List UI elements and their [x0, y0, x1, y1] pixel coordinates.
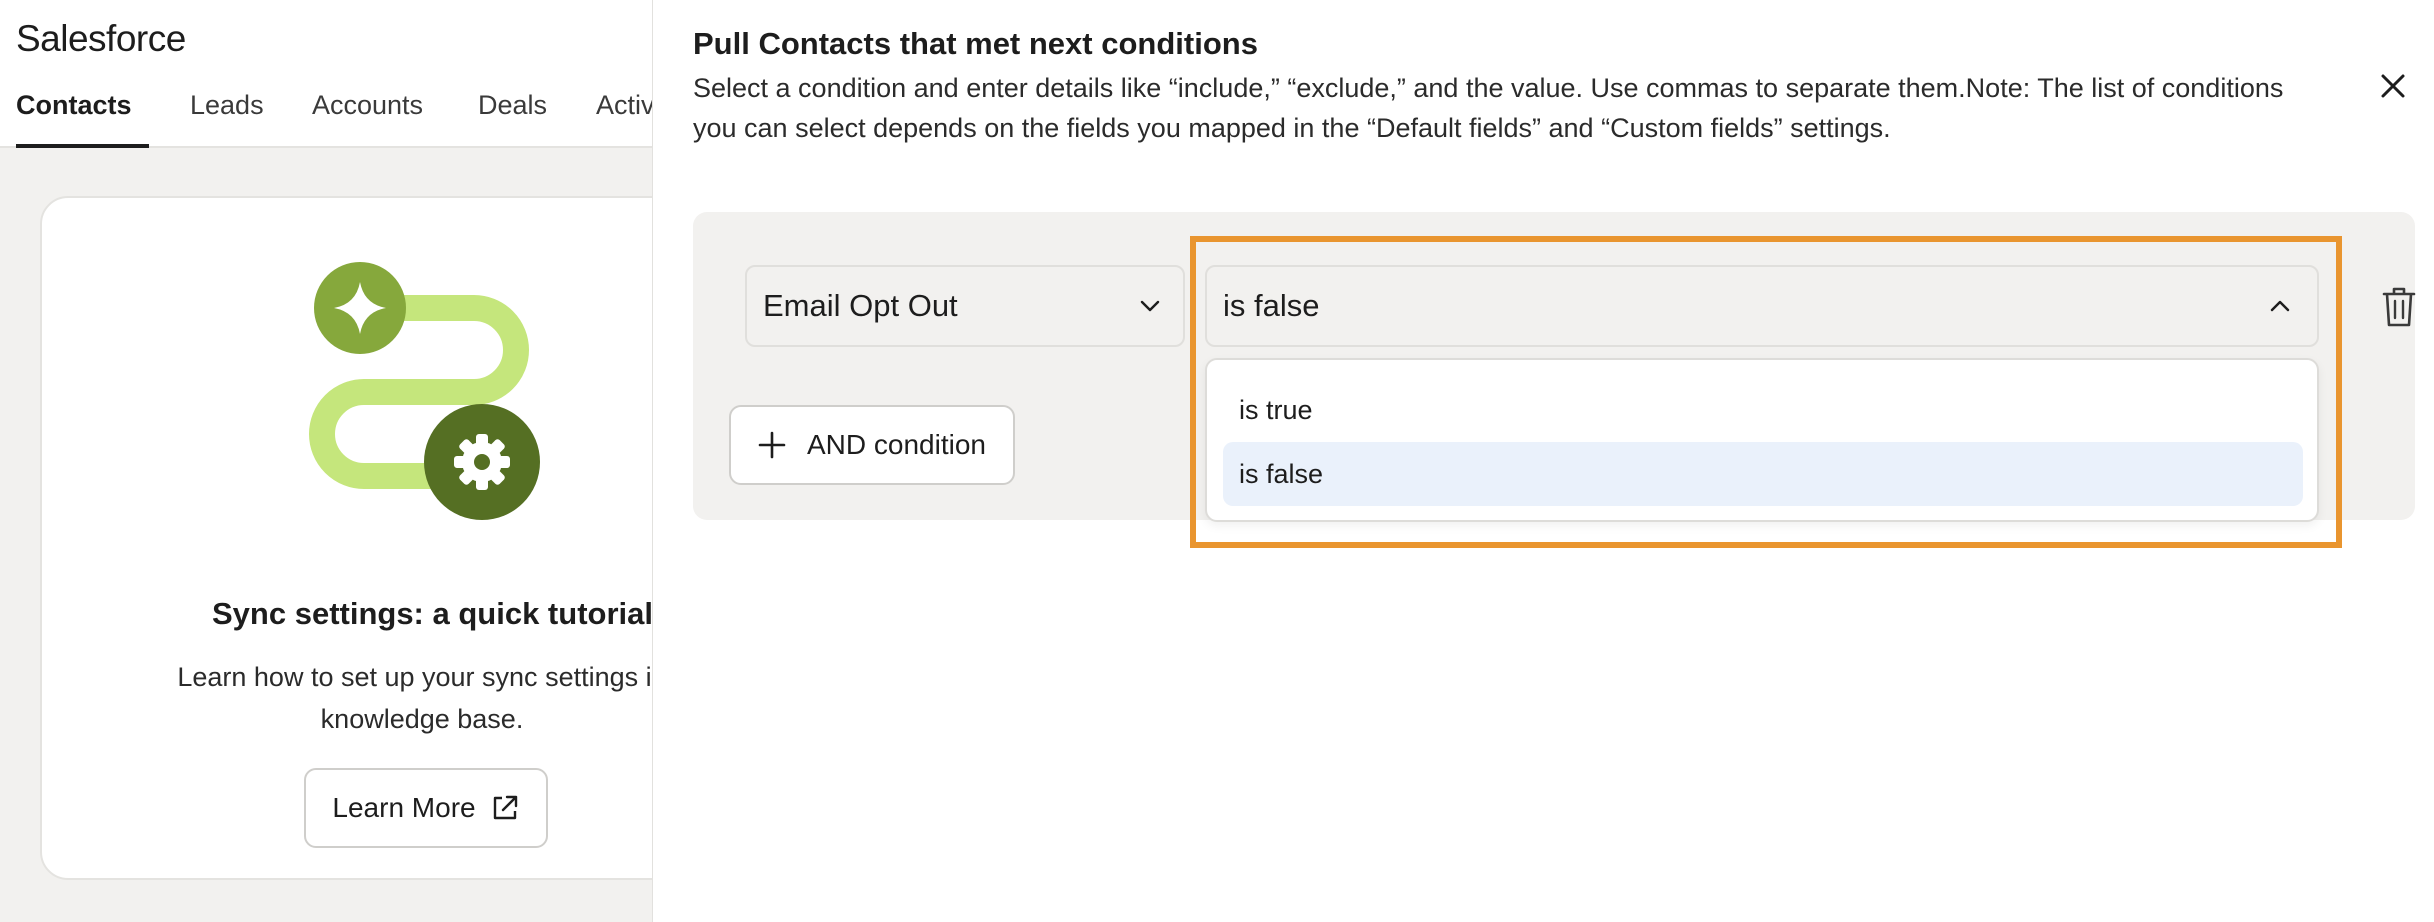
tab-deals[interactable]: Deals — [478, 90, 547, 121]
operator-select[interactable]: is false — [1205, 265, 2319, 347]
tutorial-description: Learn how to set up your sync settings i… — [177, 662, 652, 734]
sparkle-icon — [314, 262, 406, 354]
tab-accounts[interactable]: Accounts — [312, 90, 423, 121]
operator-dropdown-menu: is true is false — [1205, 358, 2319, 522]
tab-contacts[interactable]: Contacts — [16, 90, 132, 121]
drawer-description: Select a condition and enter details lik… — [693, 73, 2284, 143]
option-is-false[interactable]: is false — [1223, 442, 2303, 506]
conditions-drawer: Pull Contacts that met next conditions S… — [652, 0, 2434, 922]
tutorial-card: Sync settings: a quick tutorial Learn ho… — [40, 196, 652, 880]
and-condition-label: AND condition — [807, 429, 986, 460]
field-select-value: Email Opt Out — [763, 288, 958, 323]
field-select[interactable]: Email Opt Out — [745, 265, 1185, 347]
app-title: Salesforce — [16, 18, 186, 59]
chevron-up-icon — [2270, 300, 2290, 312]
option-is-true[interactable]: is true — [1223, 378, 2303, 442]
external-link-icon — [493, 795, 517, 820]
active-tab-underline — [16, 144, 149, 148]
tab-activities[interactable]: Activ — [596, 90, 652, 121]
plus-icon — [758, 431, 786, 459]
tutorial-illustration — [309, 262, 540, 520]
tutorial-title: Sync settings: a quick tutorial — [212, 596, 652, 631]
page-header: Salesforce Contacts Leads Accounts Deals… — [0, 0, 652, 148]
operator-select-value: is false — [1223, 288, 1320, 323]
add-and-condition-button[interactable]: AND condition — [729, 405, 1015, 485]
tab-leads[interactable]: Leads — [190, 90, 264, 121]
drawer-title: Pull Contacts that met next conditions — [693, 26, 1258, 61]
learn-more-label: Learn More — [332, 792, 476, 823]
trash-icon[interactable] — [2381, 286, 2417, 328]
close-icon[interactable] — [2373, 66, 2413, 106]
background-page: Salesforce Contacts Leads Accounts Deals… — [0, 0, 652, 922]
chevron-down-icon — [1140, 300, 1160, 312]
gear-icon — [424, 404, 540, 520]
learn-more-button[interactable]: Learn More — [304, 768, 548, 848]
